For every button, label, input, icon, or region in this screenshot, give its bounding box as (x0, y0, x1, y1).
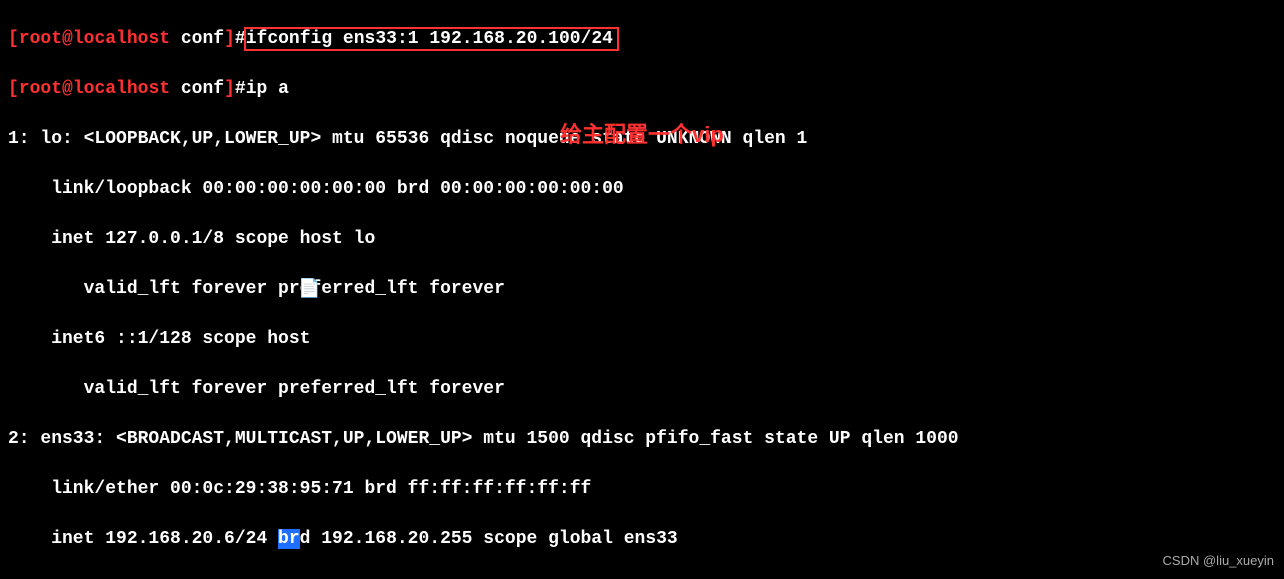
iface-lo-inet6: inet6 ::1/128 scope host (8, 327, 1276, 352)
text-cursor-icon: 📄 (298, 278, 320, 303)
selection-highlight: br (278, 529, 300, 549)
iface-lo-lft2: valid_lft forever preferred_lft forever (8, 377, 1276, 402)
command-ifconfig: ifconfig ens33:1 192.168.20.100/24 (246, 29, 613, 49)
terminal[interactable]: [root@localhost conf]#ifconfig ens33:1 1… (0, 0, 1284, 579)
command-ip-a: ip a (246, 79, 289, 99)
annotation-callout: 给主配置一个vip (560, 122, 724, 147)
iface-ens33-head: 2: ens33: <BROADCAST,MULTICAST,UP,LOWER_… (8, 427, 1276, 452)
iface-lo-lft1: valid_lft forever preferred_lft forever (8, 277, 1276, 302)
iface-ens33-inet: inet 192.168.20.6/24 brd 192.168.20.255 … (8, 527, 1276, 552)
iface-lo-inet: inet 127.0.0.1/8 scope host lo (8, 227, 1276, 252)
prompt-line-1: [root@localhost conf]#ifconfig ens33:1 1… (8, 27, 1276, 52)
watermark: CSDN @liu_xueyin (1163, 548, 1274, 573)
prompt-line-2: [root@localhost conf]#ip a (8, 77, 1276, 102)
iface-lo-link: link/loopback 00:00:00:00:00:00 brd 00:0… (8, 177, 1276, 202)
iface-ens33-link: link/ether 00:0c:29:38:95:71 brd ff:ff:f… (8, 477, 1276, 502)
